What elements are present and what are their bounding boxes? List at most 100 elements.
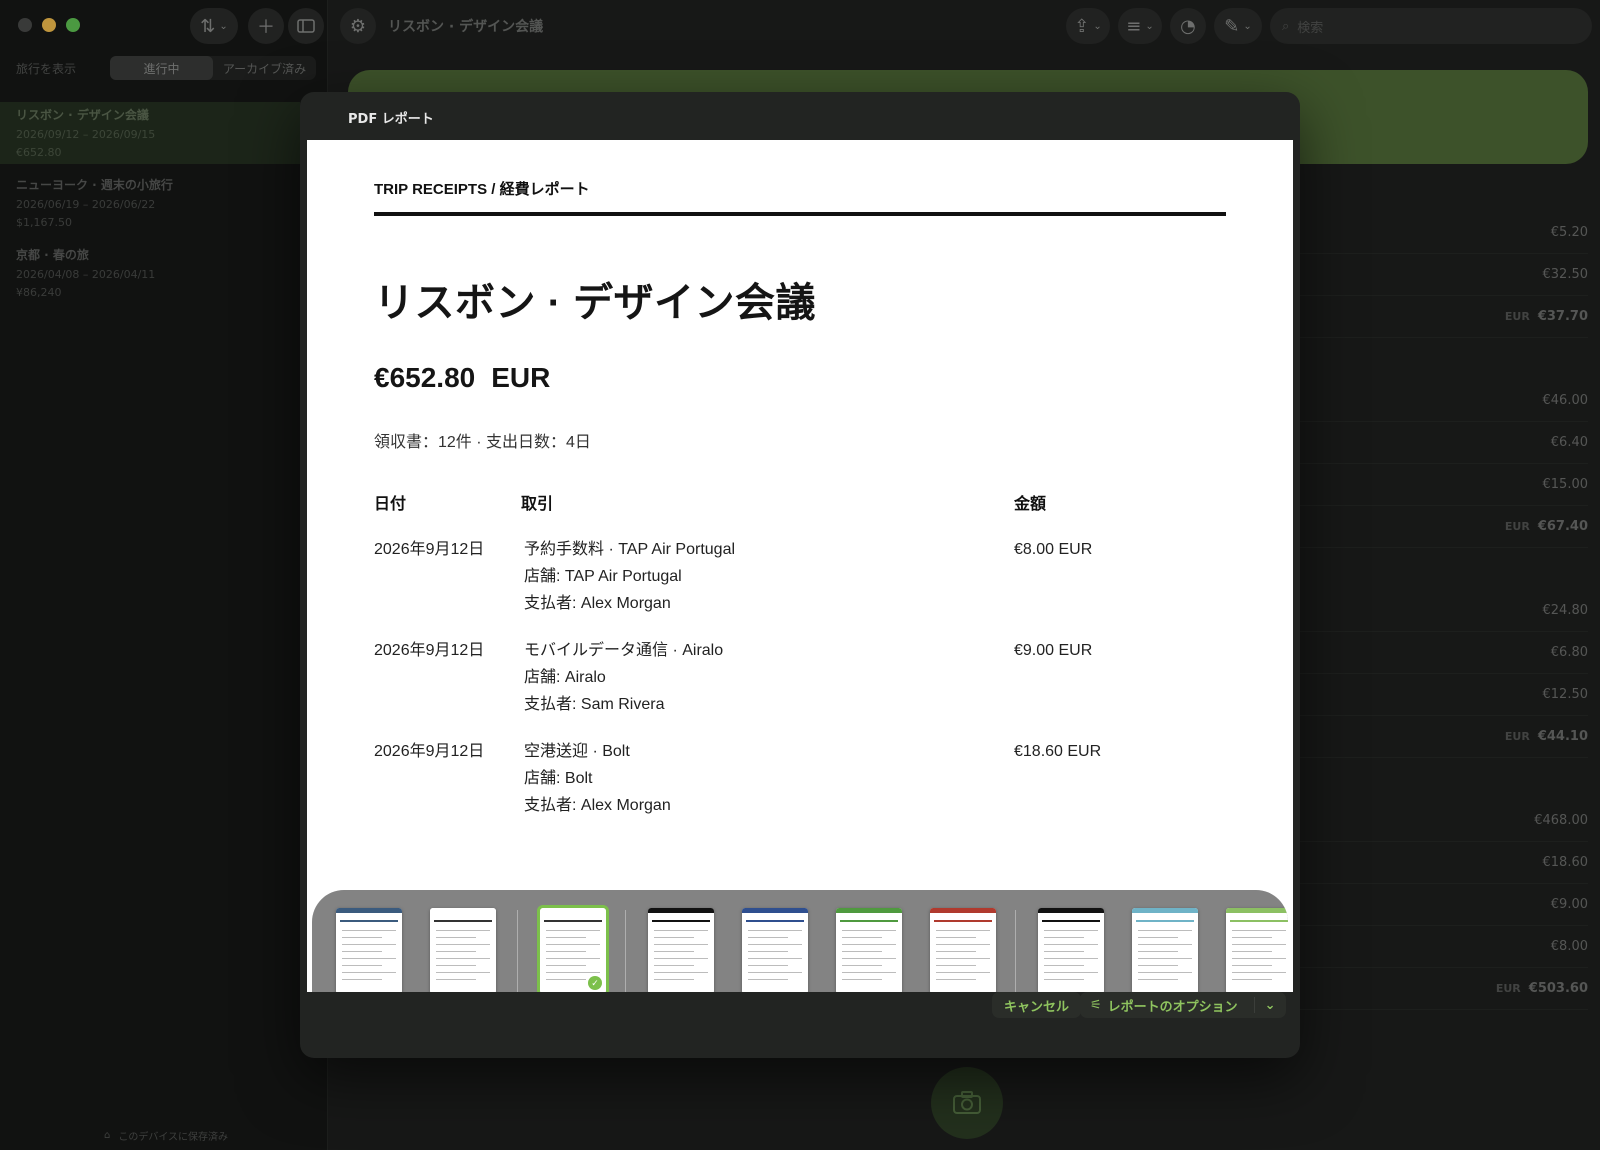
thumbnail-line — [342, 951, 382, 952]
thumbnail-line — [1044, 930, 1098, 931]
template-group-divider — [517, 910, 518, 992]
thumbnail-line — [842, 937, 882, 938]
thumbnail-line — [1138, 979, 1178, 980]
thumbnail-line — [1232, 979, 1272, 980]
thumbnail-rule — [934, 920, 992, 922]
thumbnail-rule — [1230, 920, 1288, 922]
thumbnail-line — [342, 979, 382, 980]
row-payer: 支払者: Sam Rivera — [524, 696, 665, 713]
thumbnail-line — [342, 958, 396, 959]
row-payer: 支払者: Alex Morgan — [524, 595, 671, 612]
thumbnail-line — [748, 979, 788, 980]
report-summary: 領収書：12件 · 支出日数：4日 — [374, 434, 591, 451]
row-date: 2026年9月12日 — [374, 743, 485, 760]
cancel-button[interactable]: キャンセル — [992, 992, 1082, 1018]
report-header: TRIP RECEIPTS / 経費レポート — [374, 181, 590, 198]
template-thumbnail — [930, 908, 996, 992]
checkmark-icon: ✓ — [588, 976, 602, 990]
thumbnail-line — [842, 965, 882, 966]
thumbnail-line — [936, 965, 976, 966]
row-merchant: 店舗: Bolt — [524, 770, 593, 787]
app-window: ⇅ ⌄ ＋ 旅行を表示 進行中 アーカイブ済み リスボン · デザイン会議 202… — [0, 0, 1600, 1150]
dialog-title: PDF レポート — [348, 112, 434, 127]
thumbnail-line — [936, 979, 976, 980]
thumbnail-line — [436, 937, 476, 938]
thumbnail-rule — [544, 920, 602, 922]
thumbnail-line — [342, 972, 396, 973]
thumbnail-line — [1138, 944, 1192, 945]
thumbnail-line — [1232, 937, 1272, 938]
thumbnail-line — [1138, 951, 1178, 952]
total-amount: €652.80 — [374, 362, 476, 393]
template-option[interactable]: クラシック — [430, 908, 496, 992]
thumbnail-line — [1138, 958, 1192, 959]
template-thumbnail — [336, 908, 402, 992]
thumbnail-line — [654, 944, 708, 945]
thumbnail-line — [936, 951, 976, 952]
template-option[interactable]: フォーマル・青 — [742, 908, 808, 992]
thumbnail-line — [546, 937, 586, 938]
thumbnail-rule — [340, 920, 398, 922]
pdf-preview: TRIP RECEIPTS / 経費レポート リスボン · デザイン会議 €65… — [307, 140, 1293, 992]
thumbnail-line — [1044, 965, 1084, 966]
thumbnail-line — [1138, 930, 1192, 931]
thumbnail-line — [546, 951, 586, 952]
thumbnail-line — [1044, 937, 1084, 938]
thumbnail-line — [342, 937, 382, 938]
template-option[interactable]: フォーマル・緑 — [836, 908, 902, 992]
button-separator — [1253, 997, 1255, 1013]
template-option[interactable]: コーナー・青緑 — [1132, 908, 1198, 992]
report-options-button[interactable]: ⚟ レポートのオプション ⌄ — [1080, 992, 1286, 1018]
column-header-transaction: 取引 — [521, 496, 554, 513]
row-description: 空港送迎 · Bolt 店舗: Bolt 支払者: Alex Morgan — [524, 738, 671, 819]
chevron-down-icon[interactable]: ⌄ — [1265, 998, 1276, 1013]
thumbnail-line — [1044, 958, 1098, 959]
thumbnail-line — [842, 930, 896, 931]
thumbnail-line — [436, 944, 490, 945]
thumbnail-accent — [336, 908, 402, 913]
thumbnail-line — [436, 965, 476, 966]
template-option[interactable]: コーナー・緑 — [1226, 908, 1288, 992]
thumbnail-line — [342, 930, 396, 931]
total-currency: EUR — [491, 362, 551, 393]
template-thumbnail — [1038, 908, 1104, 992]
thumbnail-line — [436, 930, 490, 931]
row-title: 予約手数料 · TAP Air Portugal — [524, 541, 736, 558]
report-options-label: レポートのオプション — [1107, 999, 1238, 1015]
pdf-report-dialog: PDF レポート TRIP RECEIPTS / 経費レポート リスボン · デ… — [300, 92, 1300, 1058]
template-option[interactable]: フォーマル・赤 — [930, 908, 996, 992]
header-rule — [374, 212, 1226, 216]
thumbnail-line — [436, 972, 490, 973]
row-date: 2026年9月12日 — [374, 541, 485, 558]
thumbnail-rule — [434, 920, 492, 922]
thumbnail-line — [1044, 944, 1098, 945]
template-option[interactable]: コーナー・黒 — [1038, 908, 1104, 992]
thumbnail-line — [936, 937, 976, 938]
column-header-date: 日付 — [374, 496, 407, 513]
thumbnail-accent — [1132, 908, 1198, 913]
template-option[interactable]: モダン — [336, 908, 402, 992]
thumbnail-accent — [1038, 908, 1104, 913]
thumbnail-line — [1232, 930, 1286, 931]
row-amount: €9.00 EUR — [1014, 642, 1093, 659]
row-payer: 支払者: Alex Morgan — [524, 797, 671, 814]
thumbnail-line — [546, 958, 600, 959]
thumbnail-line — [842, 972, 896, 973]
thumbnail-line — [748, 965, 788, 966]
thumbnail-line — [1044, 979, 1084, 980]
template-option[interactable]: フォーマル・黒 — [648, 908, 714, 992]
thumbnail-line — [842, 979, 882, 980]
row-description: モバイルデータ通信 · Airalo 店舗: Airalo 支払者: Sam R… — [524, 637, 723, 718]
thumbnail-line — [748, 944, 802, 945]
row-amount: €8.00 EUR — [1014, 541, 1093, 558]
template-thumbnail: ✓ — [537, 905, 609, 992]
thumbnail-rule — [746, 920, 804, 922]
row-merchant: 店舗: Airalo — [524, 669, 606, 686]
row-title: 空港送迎 · Bolt — [524, 743, 630, 760]
thumbnail-line — [842, 944, 896, 945]
thumbnail-line — [546, 930, 600, 931]
thumbnail-line — [436, 958, 490, 959]
template-thumbnail — [742, 908, 808, 992]
template-option[interactable]: ✓オリジナル — [537, 905, 609, 992]
thumbnail-accent — [430, 908, 496, 913]
